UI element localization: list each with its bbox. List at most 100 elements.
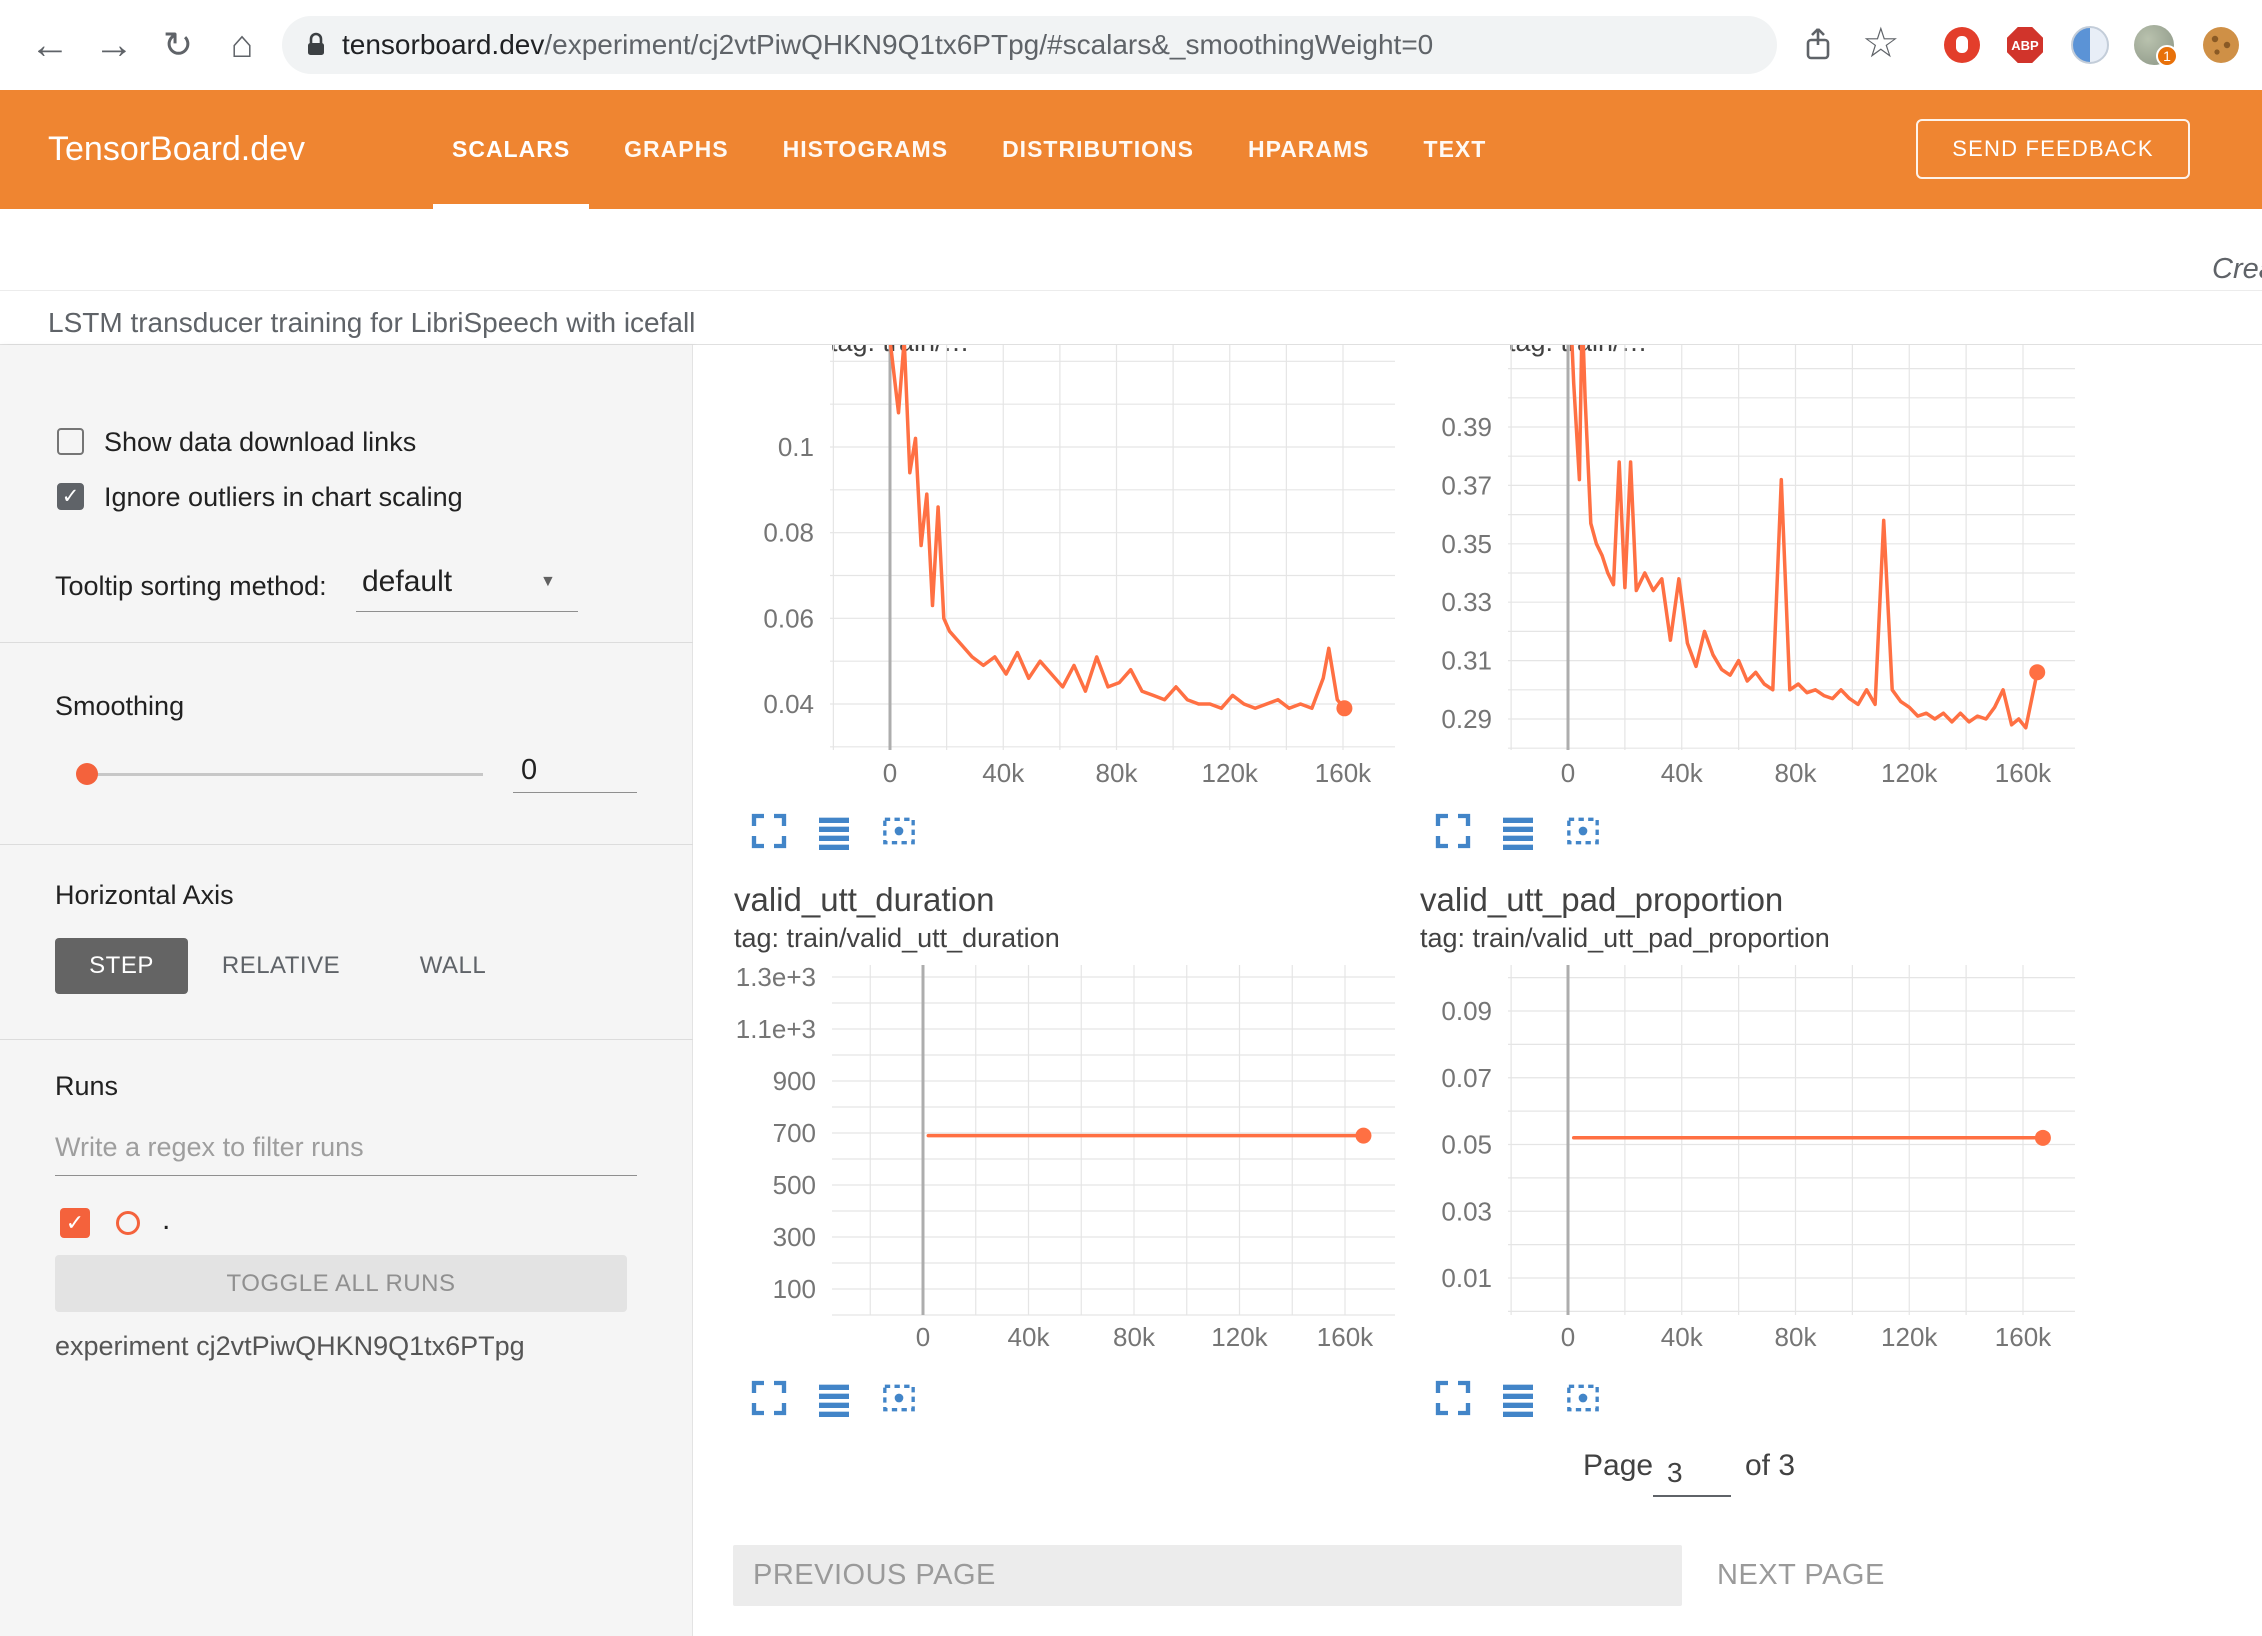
next-page-button[interactable]: NEXT PAGE: [1715, 1545, 1975, 1606]
adblock-extension-icon[interactable]: [1943, 26, 1981, 64]
axis-wall-button[interactable]: WALL: [392, 938, 514, 994]
profile-avatar[interactable]: 1: [2134, 25, 2174, 65]
axis-step-button[interactable]: STEP: [55, 938, 188, 994]
previous-page-button[interactable]: PREVIOUS PAGE: [733, 1545, 1682, 1606]
log-scale-button[interactable]: [1498, 811, 1538, 851]
show-download-links-row[interactable]: Show data download links: [0, 425, 693, 459]
tooltip-sorting-select[interactable]: default: [362, 565, 452, 599]
run-name: .: [162, 1203, 170, 1237]
svg-text:40k: 40k: [1661, 1322, 1704, 1352]
url-text: tensorboard.dev/experiment/cj2vtPiwQHKN9…: [342, 29, 1433, 61]
smoothing-slider-thumb[interactable]: [76, 763, 98, 785]
svg-text:120k: 120k: [1881, 758, 1938, 788]
tab-label: TEXT: [1424, 136, 1487, 162]
expand-chart-button[interactable]: [1433, 811, 1473, 851]
log-scale-button[interactable]: [1498, 1378, 1538, 1418]
svg-text:1.1e+3: 1.1e+3: [736, 1014, 816, 1044]
tab-label: DISTRIBUTIONS: [1002, 136, 1194, 162]
fit-domain-button[interactable]: [1563, 1378, 1603, 1418]
log-scale-button[interactable]: [814, 1378, 854, 1418]
select-underline: [356, 611, 578, 612]
tab-label: HPARAMS: [1248, 136, 1370, 162]
bookmark-star-icon[interactable]: ☆: [1862, 18, 1900, 67]
svg-text:120k: 120k: [1211, 1322, 1268, 1352]
chart-bottom-left-svg: 040k80k120k160k1.3e+31.1e+39007005003001…: [730, 955, 1410, 1375]
tab-scalars[interactable]: SCALARS: [425, 90, 597, 209]
svg-text:0.1: 0.1: [778, 432, 814, 462]
toggle-all-runs-button[interactable]: TOGGLE ALL RUNS: [55, 1255, 627, 1312]
chart-top-left-svg: 040k80k120k160k0.10.080.060.04: [745, 345, 1405, 805]
svg-text:120k: 120k: [1881, 1322, 1938, 1352]
app-logo[interactable]: TensorBoard.dev: [48, 90, 305, 209]
page-label: Page: [1583, 1449, 1653, 1483]
url-path: /experiment/cj2vtPiwQHKN9Q1tx6PTpg/#scal…: [544, 29, 1433, 60]
cookie-extension-icon[interactable]: [2202, 26, 2240, 64]
run-checkbox[interactable]: ✓: [60, 1208, 90, 1238]
address-bar[interactable]: tensorboard.dev/experiment/cj2vtPiwQHKN9…: [282, 16, 1777, 74]
chart-top-right-svg: 040k80k120k160k0.390.370.350.330.310.29: [1423, 345, 2083, 805]
chevron-down-icon[interactable]: ▼: [540, 573, 556, 591]
svg-text:160k: 160k: [1995, 1322, 2052, 1352]
divider: [0, 290, 2262, 291]
fit-domain-button[interactable]: [879, 1378, 919, 1418]
fit-domain-button[interactable]: [1563, 811, 1603, 851]
send-feedback-button[interactable]: SEND FEEDBACK: [1916, 119, 2190, 179]
experiment-subheader: Crea LSTM transducer training for LibriS…: [0, 209, 2262, 345]
svg-text:0.09: 0.09: [1441, 996, 1492, 1026]
back-button[interactable]: ←: [26, 20, 74, 70]
forward-button[interactable]: →: [90, 20, 138, 70]
adblock-plus-extension-icon[interactable]: ABP: [2007, 27, 2043, 63]
page-number-input[interactable]: 3: [1653, 1445, 1731, 1497]
svg-text:0: 0: [916, 1322, 930, 1352]
svg-text:80k: 80k: [1096, 758, 1139, 788]
blue-extension-icon[interactable]: [2071, 26, 2109, 64]
svg-text:80k: 80k: [1775, 758, 1818, 788]
smoothing-slider-track[interactable]: [87, 773, 483, 776]
axis-relative-button[interactable]: RELATIVE: [212, 938, 350, 994]
chart-top-left[interactable]: 040k80k120k160k0.10.080.060.04: [745, 345, 1405, 810]
created-clipped-text: Crea: [2212, 253, 2262, 286]
lines-icon: [1498, 811, 1538, 851]
tab-graphs[interactable]: GRAPHS: [597, 90, 755, 209]
runs-filter-input[interactable]: [55, 1120, 637, 1176]
log-scale-button[interactable]: [814, 811, 854, 851]
reload-button[interactable]: ↻: [154, 20, 202, 70]
expand-chart-button[interactable]: [749, 811, 789, 851]
home-button[interactable]: ⌂: [218, 20, 266, 70]
expand-chart-button[interactable]: [1433, 1378, 1473, 1418]
svg-text:0.03: 0.03: [1441, 1196, 1492, 1226]
show-download-links-checkbox[interactable]: [57, 428, 84, 455]
charts-area: tag: train/… tag: train/… 040k80k120k160…: [693, 345, 2262, 1636]
fit-domain-icon: [879, 811, 919, 851]
app-header: TensorBoard.dev SCALARS GRAPHS HISTOGRAM…: [0, 90, 2262, 209]
expand-icon: [749, 1378, 789, 1418]
url-host: tensorboard.dev: [342, 29, 544, 60]
ignore-outliers-label: Ignore outliers in chart scaling: [104, 482, 463, 513]
svg-text:160k: 160k: [1317, 1322, 1374, 1352]
fit-domain-icon: [1563, 811, 1603, 851]
tab-label: SCALARS: [452, 136, 570, 162]
smoothing-label: Smoothing: [55, 691, 184, 722]
expand-chart-button[interactable]: [749, 1378, 789, 1418]
lines-icon: [814, 811, 854, 851]
svg-text:0.08: 0.08: [763, 518, 814, 548]
tab-distributions[interactable]: DISTRIBUTIONS: [975, 90, 1221, 209]
tab-hparams[interactable]: HPARAMS: [1221, 90, 1397, 209]
smoothing-value-input[interactable]: 0: [513, 747, 637, 793]
ignore-outliers-row[interactable]: ✓ Ignore outliers in chart scaling: [0, 480, 693, 514]
fit-domain-button[interactable]: [879, 811, 919, 851]
chart-bottom-right[interactable]: 040k80k120k160k0.090.070.050.030.01: [1408, 955, 2088, 1380]
tab-histograms[interactable]: HISTOGRAMS: [756, 90, 975, 209]
chart-top-right[interactable]: 040k80k120k160k0.390.370.350.330.310.29: [1423, 345, 2083, 810]
ignore-outliers-checkbox[interactable]: ✓: [57, 483, 84, 510]
run-color-swatch[interactable]: [116, 1211, 140, 1235]
fit-domain-icon: [879, 1378, 919, 1418]
experiment-title: LSTM transducer training for LibriSpeech…: [48, 307, 695, 339]
tab-text[interactable]: TEXT: [1397, 90, 1514, 209]
svg-text:0.29: 0.29: [1441, 704, 1492, 734]
chart-bottom-left[interactable]: 040k80k120k160k1.3e+31.1e+39007005003001…: [730, 955, 1410, 1380]
lines-icon: [1498, 1378, 1538, 1418]
chart-top-right-toolbar: [1433, 811, 1628, 851]
svg-text:1.3e+3: 1.3e+3: [736, 962, 816, 992]
share-icon[interactable]: [1799, 25, 1837, 65]
